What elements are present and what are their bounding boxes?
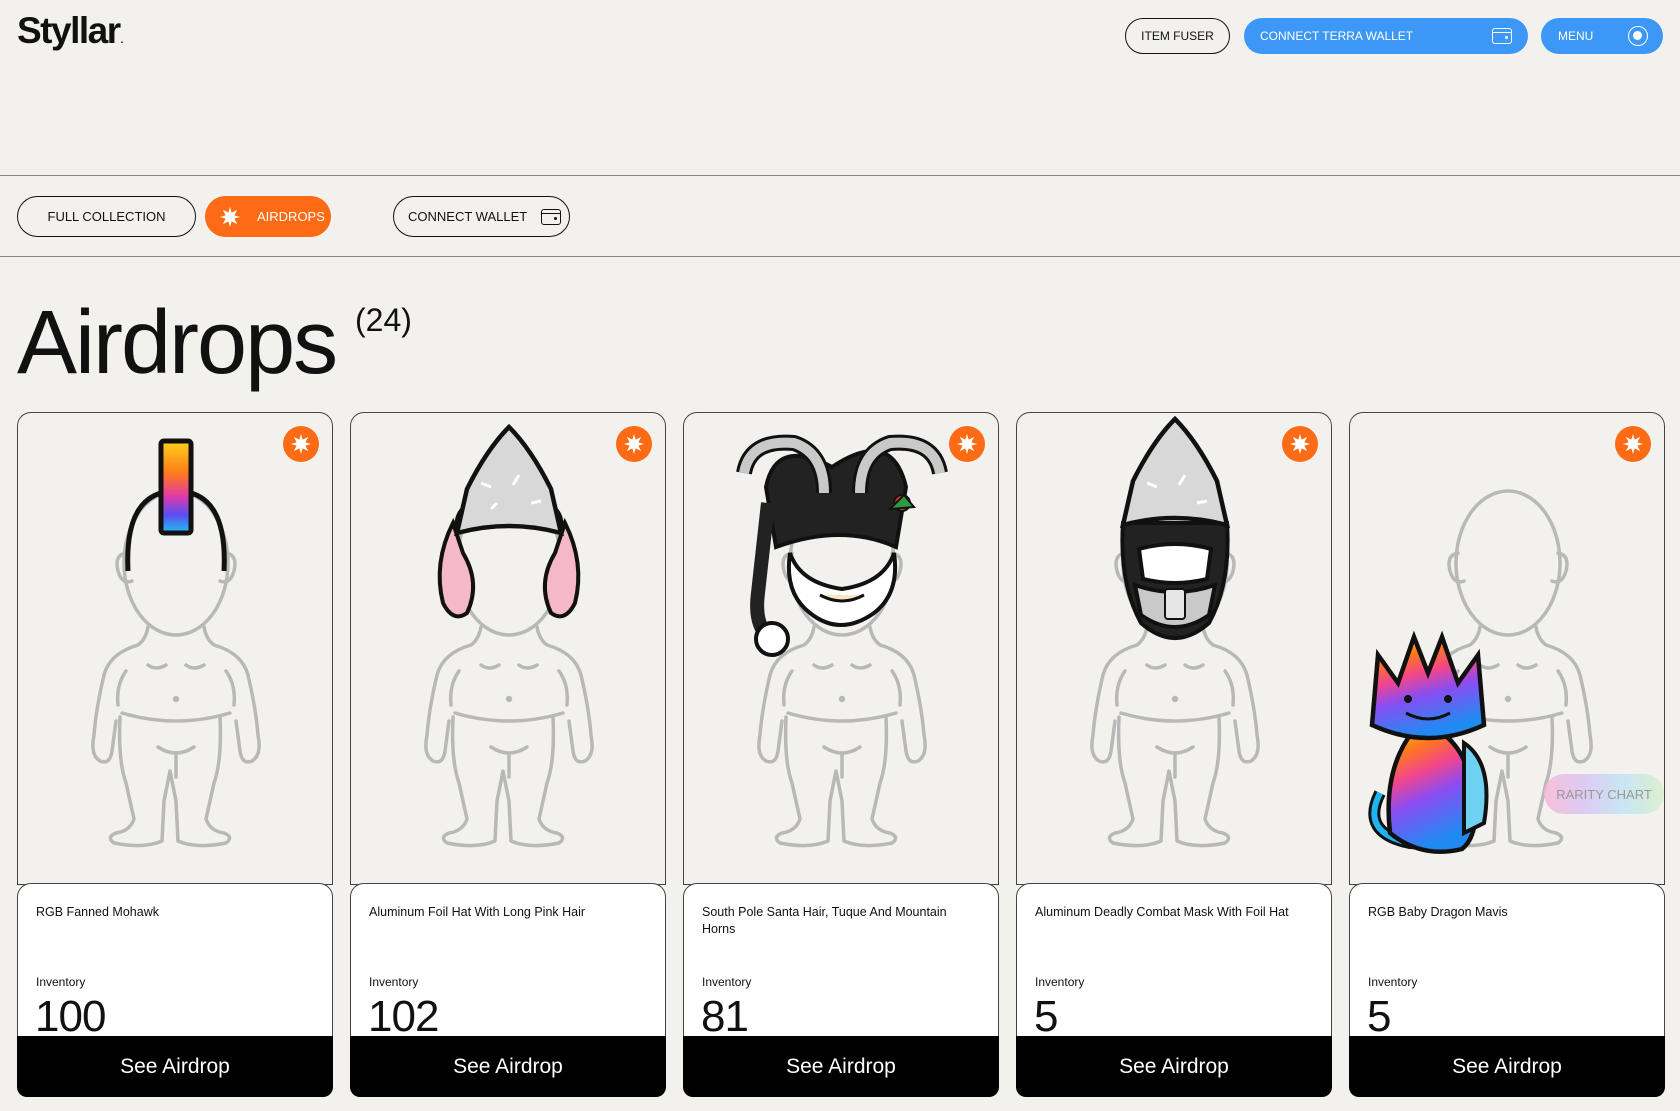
airdrop-card[interactable]: RGB Fanned Mohawk Inventory 100 See Aird…: [17, 412, 333, 1097]
inventory-value: 100: [35, 992, 106, 1041]
divider: [0, 256, 1680, 257]
burst-icon: [290, 433, 312, 455]
avatar-illustration: [736, 434, 948, 885]
item-name: RGB Fanned Mohawk: [36, 905, 159, 919]
card-artwork: [350, 412, 666, 885]
avatar-illustration: [1017, 415, 1332, 885]
inventory-label: Inventory: [369, 975, 419, 989]
airdrop-count: (24): [355, 302, 412, 338]
burst-icon: [1289, 433, 1311, 455]
airdrop-badge: [1282, 426, 1318, 462]
item-name: South Pole Santa Hair, Tuque And Mountai…: [702, 905, 947, 936]
wallet-icon: [541, 208, 562, 225]
rarity-chart-button[interactable]: RARITY CHART: [1544, 774, 1664, 814]
card-artwork: [1349, 412, 1665, 885]
inventory-value: 5: [1367, 992, 1392, 1041]
see-airdrop-button[interactable]: See Airdrop: [350, 1036, 666, 1097]
see-airdrop-button[interactable]: See Airdrop: [1349, 1036, 1665, 1097]
card-artwork: [683, 412, 999, 885]
airdrop-card[interactable]: South Pole Santa Hair, Tuque And Mountai…: [683, 412, 999, 1097]
connect-terra-wallet-button[interactable]: CONNECT TERRA WALLET: [1244, 18, 1528, 54]
item-fuser-button[interactable]: ITEM FUSER: [1125, 18, 1230, 54]
inventory-label: Inventory: [1368, 975, 1418, 989]
airdrop-card[interactable]: Aluminum Deadly Combat Mask With Foil Ha…: [1016, 412, 1332, 1097]
avatar-illustration: [18, 438, 333, 885]
item-name: Aluminum Deadly Combat Mask With Foil Ha…: [1035, 905, 1289, 919]
rarity-chart-label: RARITY CHART: [1556, 786, 1652, 802]
card-info: RGB Baby Dragon Mavis Inventory 5: [1349, 883, 1665, 1041]
card-info: RGB Fanned Mohawk Inventory 100: [17, 883, 333, 1041]
burst-icon: [1622, 433, 1644, 455]
inventory-value: 81: [701, 992, 749, 1041]
item-fuser-label: ITEM FUSER: [1141, 29, 1214, 43]
page-title: Airdrops: [17, 293, 338, 393]
airdrop-card[interactable]: RGB Baby Dragon Mavis Inventory 5 See Ai…: [1349, 412, 1665, 1097]
full-collection-label: FULL COLLECTION: [47, 209, 166, 224]
full-collection-button[interactable]: FULL COLLECTION: [17, 196, 196, 237]
burst-icon: [956, 433, 978, 455]
airdrops-label: AIRDROPS: [257, 209, 325, 224]
connect-wallet-button[interactable]: CONNECT WALLET: [393, 196, 570, 237]
inventory-label: Inventory: [1035, 975, 1085, 989]
burst-icon: [219, 206, 241, 228]
see-airdrop-button[interactable]: See Airdrop: [683, 1036, 999, 1097]
card-info: Aluminum Foil Hat With Long Pink Hair In…: [350, 883, 666, 1041]
airdrop-card[interactable]: Aluminum Foil Hat With Long Pink Hair In…: [350, 412, 666, 1097]
item-name: Aluminum Foil Hat With Long Pink Hair: [369, 905, 586, 919]
airdrops-button[interactable]: AIRDROPS: [205, 196, 331, 237]
see-airdrop-button[interactable]: See Airdrop: [1016, 1036, 1332, 1097]
avatar-illustration: [1368, 413, 1665, 854]
menu-label: MENU: [1558, 29, 1594, 43]
inventory-label: Inventory: [36, 975, 86, 989]
inventory-value: 5: [1034, 992, 1059, 1041]
connect-terra-label: CONNECT TERRA WALLET: [1260, 29, 1414, 43]
wallet-icon: [1492, 28, 1512, 44]
card-info: Aluminum Deadly Combat Mask With Foil Ha…: [1016, 883, 1332, 1041]
airdrop-badge: [616, 426, 652, 462]
connect-wallet-label: CONNECT WALLET: [408, 209, 528, 224]
card-artwork: [17, 412, 333, 885]
card-info: South Pole Santa Hair, Tuque And Mountai…: [683, 883, 999, 1041]
airdrop-badge: [949, 426, 985, 462]
divider: [0, 175, 1680, 176]
airdrop-badge: [283, 426, 319, 462]
avatar-illustration: [351, 423, 666, 885]
menu-button[interactable]: MENU: [1541, 18, 1663, 54]
burst-icon: [623, 433, 645, 455]
item-name: RGB Baby Dragon Mavis: [1368, 905, 1508, 919]
styllar-logo[interactable]: Styllar.: [17, 10, 124, 52]
airdrop-badge: [1615, 426, 1651, 462]
card-artwork: [1016, 412, 1332, 885]
radio-icon: [1628, 26, 1648, 46]
inventory-value: 102: [368, 992, 439, 1041]
inventory-label: Inventory: [702, 975, 752, 989]
see-airdrop-button[interactable]: See Airdrop: [17, 1036, 333, 1097]
